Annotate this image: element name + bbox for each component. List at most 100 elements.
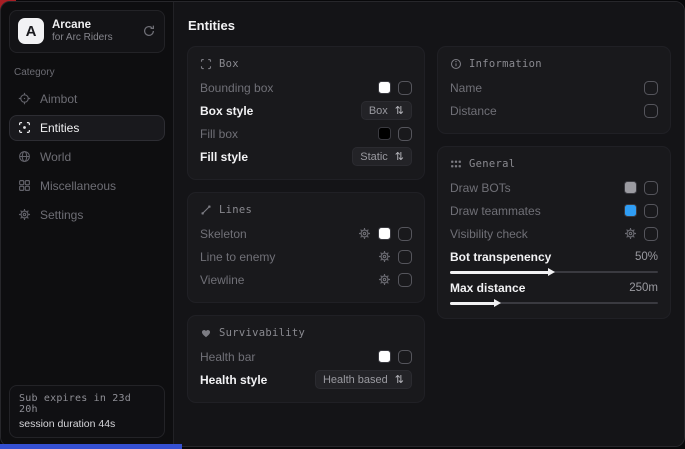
select-value: Static: [360, 151, 388, 163]
sidebar-item-label: Settings: [40, 208, 83, 222]
row-label: Bounding box: [200, 81, 273, 95]
panel-title: Box: [219, 58, 239, 70]
gear-icon: [18, 208, 31, 221]
logo-card: A Arcane for Arc Riders: [9, 10, 165, 53]
line-icon: [200, 204, 212, 216]
crosshair-icon: [18, 92, 31, 105]
app-logo: A: [18, 18, 44, 44]
row-label: Viewline: [200, 273, 244, 287]
row-label: Health bar: [200, 350, 255, 364]
panel-box: Box Bounding box Box style Box ⇅: [187, 46, 425, 180]
line-to-enemy-settings-gear-icon[interactable]: [378, 250, 391, 263]
panel-information: Information Name Distance: [437, 46, 671, 134]
row-line-to-enemy: Line to enemy: [200, 245, 412, 268]
visibility-check-settings-gear-icon[interactable]: [624, 227, 637, 240]
sidebar-item-label: Miscellaneous: [40, 179, 116, 193]
row-box-style: Box style Box ⇅: [200, 99, 412, 122]
slider-fill: [450, 302, 496, 305]
name-checkbox[interactable]: [644, 81, 658, 95]
color-swatch[interactable]: [378, 227, 391, 240]
row-draw-bots: Draw BOTs: [450, 176, 658, 199]
subscription-card: Sub expires in 23d 20h session duration …: [9, 385, 165, 438]
grid-icon: [18, 179, 31, 192]
sidebar-item-aimbot[interactable]: Aimbot: [9, 86, 165, 112]
row-label: Skeleton: [200, 227, 247, 241]
row-draw-teammates: Draw teammates: [450, 199, 658, 222]
color-swatch[interactable]: [624, 204, 637, 217]
row-label: Visibility check: [450, 227, 528, 241]
sidebar-item-settings[interactable]: Settings: [9, 202, 165, 228]
color-swatch[interactable]: [378, 81, 391, 94]
draw-teammates-checkbox[interactable]: [644, 204, 658, 218]
row-health-style: Health style Health based ⇅: [200, 368, 412, 391]
panel-title: General: [469, 158, 515, 170]
health-bar-checkbox[interactable]: [398, 350, 412, 364]
row-label: Name: [450, 81, 482, 95]
sidebar-item-entities[interactable]: Entities: [9, 115, 165, 141]
row-label: Distance: [450, 104, 497, 118]
sidebar-item-label: Aimbot: [40, 92, 77, 106]
refresh-icon[interactable]: [142, 24, 156, 38]
slider-thumb[interactable]: [494, 299, 501, 307]
viewline-checkbox[interactable]: [398, 273, 412, 287]
sidebar-nav: Aimbot Entities World Miscellaneous Sett…: [9, 86, 165, 228]
sub-expiry-text: Sub expires in 23d 20h: [19, 393, 155, 415]
category-label: Category: [14, 67, 165, 78]
row-label: Max distance: [450, 281, 525, 295]
row-label: Draw teammates: [450, 204, 541, 218]
skeleton-checkbox[interactable]: [398, 227, 412, 241]
select-arrows-icon: ⇅: [395, 151, 404, 162]
main-content: Entities Box Bounding box: [174, 2, 684, 446]
max-distance-slider[interactable]: [450, 298, 658, 307]
row-label: Box style: [200, 104, 253, 118]
panel-survivability: Survivability Health bar Health style He…: [187, 315, 425, 403]
max-distance-value: 250m: [629, 282, 658, 294]
draw-bots-checkbox[interactable]: [644, 181, 658, 195]
distance-checkbox[interactable]: [644, 104, 658, 118]
panel-title: Information: [469, 58, 542, 70]
globe-icon: [18, 150, 31, 163]
sidebar-item-miscellaneous[interactable]: Miscellaneous: [9, 173, 165, 199]
slider-fill: [450, 271, 550, 274]
desktop-background-blue: [0, 444, 182, 449]
fill-box-checkbox[interactable]: [398, 127, 412, 141]
panel-general: General Draw BOTs Draw teammates: [437, 146, 671, 319]
row-label: Fill style: [200, 150, 248, 164]
row-fill-box: Fill box: [200, 122, 412, 145]
row-health-bar: Health bar: [200, 345, 412, 368]
sidebar-item-world[interactable]: World: [9, 144, 165, 170]
survivability-icon: [200, 327, 212, 339]
app-title: Arcane: [52, 18, 134, 32]
panel-title: Lines: [219, 204, 252, 216]
row-label: Draw BOTs: [450, 181, 511, 195]
color-swatch[interactable]: [378, 127, 391, 140]
line-to-enemy-checkbox[interactable]: [398, 250, 412, 264]
general-icon: [450, 158, 462, 170]
visibility-check-checkbox[interactable]: [644, 227, 658, 241]
bounding-box-checkbox[interactable]: [398, 81, 412, 95]
info-icon: [450, 58, 462, 70]
color-swatch[interactable]: [624, 181, 637, 194]
select-value: Box: [369, 105, 388, 117]
panel-lines: Lines Skeleton Line to enemy: [187, 192, 425, 303]
app-subtitle: for Arc Riders: [52, 32, 134, 45]
skeleton-settings-gear-icon[interactable]: [358, 227, 371, 240]
fill-style-select[interactable]: Static ⇅: [352, 147, 412, 166]
box-style-select[interactable]: Box ⇅: [361, 101, 412, 120]
arcane-cheat-window: A Arcane for Arc Riders Category Aimbot …: [0, 1, 685, 447]
row-label: Fill box: [200, 127, 238, 141]
row-skeleton: Skeleton: [200, 222, 412, 245]
bot-transparency-value: 50%: [635, 251, 658, 263]
sidebar: A Arcane for Arc Riders Category Aimbot …: [1, 2, 174, 446]
entities-icon: [18, 121, 31, 134]
health-style-select[interactable]: Health based ⇅: [315, 370, 412, 389]
slider-thumb[interactable]: [548, 268, 555, 276]
row-visibility-check: Visibility check: [450, 222, 658, 245]
row-bot-transparency: Bot transpenency 50%: [450, 247, 658, 276]
color-swatch[interactable]: [378, 350, 391, 363]
row-label: Health style: [200, 373, 267, 387]
select-arrows-icon: ⇅: [395, 105, 404, 116]
box-icon: [200, 58, 212, 70]
viewline-settings-gear-icon[interactable]: [378, 273, 391, 286]
bot-transparency-slider[interactable]: [450, 267, 658, 276]
